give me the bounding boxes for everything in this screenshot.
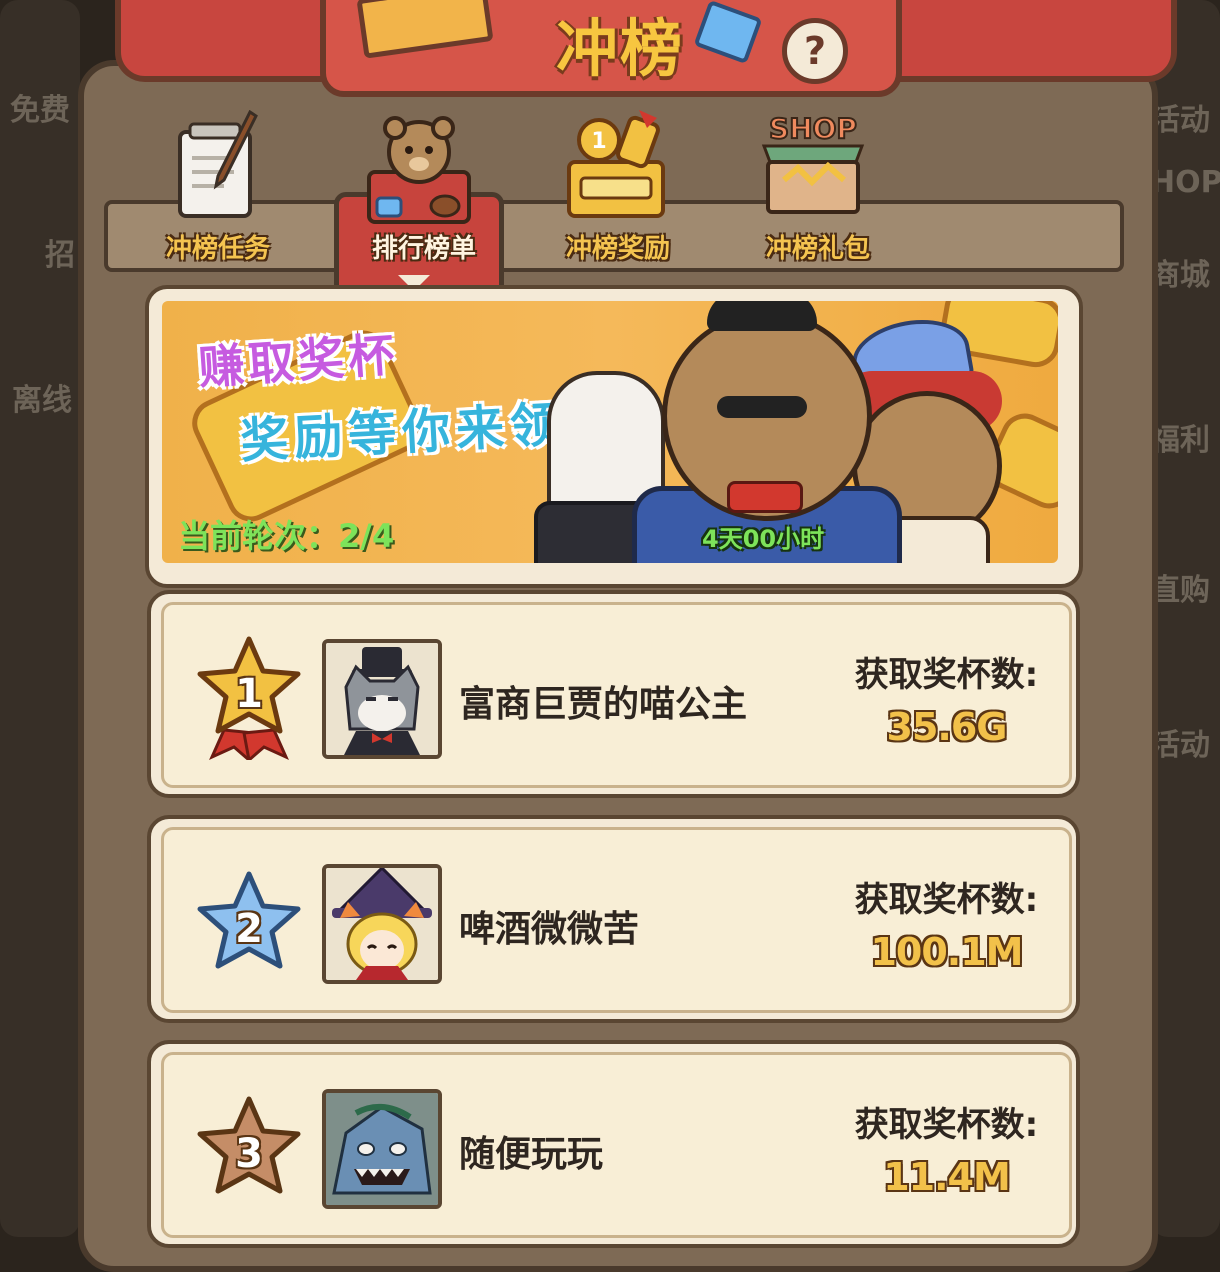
- tab-leaderboard[interactable]: 排行榜单: [334, 100, 514, 402]
- tab-rank-rewards[interactable]: 1 冲榜奖励: [528, 100, 708, 270]
- help-button[interactable]: ?: [782, 18, 848, 84]
- bg-label-store: 商城: [1150, 258, 1210, 293]
- svg-text:1: 1: [591, 129, 606, 154]
- page-title: 冲榜: [555, 12, 684, 85]
- tab-rank-packs[interactable]: SHOP 冲榜礼包: [728, 100, 908, 270]
- score-label: 获取奖杯数:: [854, 1105, 1039, 1145]
- shop-icon-text: SHOP: [769, 112, 857, 145]
- mustache: [717, 396, 807, 418]
- tab-rank-quests[interactable]: 冲榜任务: [128, 100, 308, 270]
- bg-label-shop: HOP: [1150, 165, 1220, 200]
- round-label: 当前轮次：: [178, 517, 339, 555]
- rank-number: 1: [235, 671, 263, 717]
- rank-row-inner: 2 啤酒微微苦 获取奖杯数: 100.1M: [161, 827, 1072, 1013]
- quest-scroll-icon: [178, 110, 258, 218]
- banner-headline: 赚取奖杯: [196, 327, 400, 395]
- tab-leaderboard-label: 排行榜单: [371, 234, 476, 264]
- rank-row-inner: 3 随便玩玩 获取奖杯数: 11.4M: [161, 1052, 1072, 1238]
- bg-label-welfare: 福利: [1150, 423, 1210, 458]
- bg-label-free: 免费: [10, 93, 70, 128]
- trophy-chest-icon: 1: [567, 110, 665, 218]
- rank-row-1[interactable]: 1 富商巨贾的喵公主 获取奖杯数: 35.6G: [147, 590, 1080, 798]
- score-label: 获取奖杯数:: [854, 655, 1039, 695]
- rank-number: 2: [235, 906, 263, 952]
- rank-row-3[interactable]: 3 随便玩玩 获取奖杯数: 11.4M: [147, 1040, 1080, 1248]
- rank-row-inner: 1 富商巨贾的喵公主 获取奖杯数: 35.6G: [161, 602, 1072, 788]
- tab-rank-quests-label: 冲榜任务: [165, 234, 270, 264]
- cat-tophat-avatar-icon: [326, 643, 438, 755]
- avatar[interactable]: [322, 639, 442, 759]
- trophy-score: 11.4M: [883, 1155, 1011, 1199]
- trophy-score: 100.1M: [870, 930, 1023, 974]
- rank-number: 3: [235, 1131, 263, 1177]
- bear-chest-icon: [367, 116, 471, 224]
- score-label: 获取奖杯数:: [854, 880, 1039, 920]
- bear-hair: [707, 301, 817, 331]
- tab-rank-rewards-label: 冲榜奖励: [565, 234, 670, 264]
- bg-label-offline: 离线: [12, 383, 72, 418]
- rank-row-2[interactable]: 2 啤酒微微苦 获取奖杯数: 100.1M: [147, 815, 1080, 1023]
- shark-avatar-icon: [326, 1093, 438, 1205]
- trophy-score: 35.6G: [886, 705, 1008, 749]
- bg-label-event-2: 活动: [1150, 728, 1210, 763]
- bg-label-direct-buy: 直购: [1150, 573, 1210, 608]
- shop-icon: SHOP: [761, 111, 865, 214]
- player-name: 随便玩玩: [459, 1134, 604, 1175]
- witch-girl-avatar-icon: [326, 868, 438, 980]
- avatar[interactable]: [322, 1089, 442, 1209]
- current-round: 当前轮次：2/4: [178, 511, 394, 557]
- avatar[interactable]: [322, 864, 442, 984]
- bg-label-event: 活动: [1150, 103, 1210, 138]
- countdown-timer: 4天00小时: [702, 525, 825, 553]
- bg-label-recruit: 招: [45, 238, 75, 273]
- round-value: 2/4: [338, 517, 395, 555]
- player-name: 啤酒微微苦: [459, 909, 640, 950]
- player-name: 富商巨贾的喵公主: [459, 684, 748, 725]
- event-banner: 赚取奖杯 奖励等你来领 当前轮次：2/4 4天00小时: [162, 301, 1058, 563]
- tab-rank-packs-label: 冲榜礼包: [765, 234, 870, 264]
- bowtie: [727, 481, 803, 513]
